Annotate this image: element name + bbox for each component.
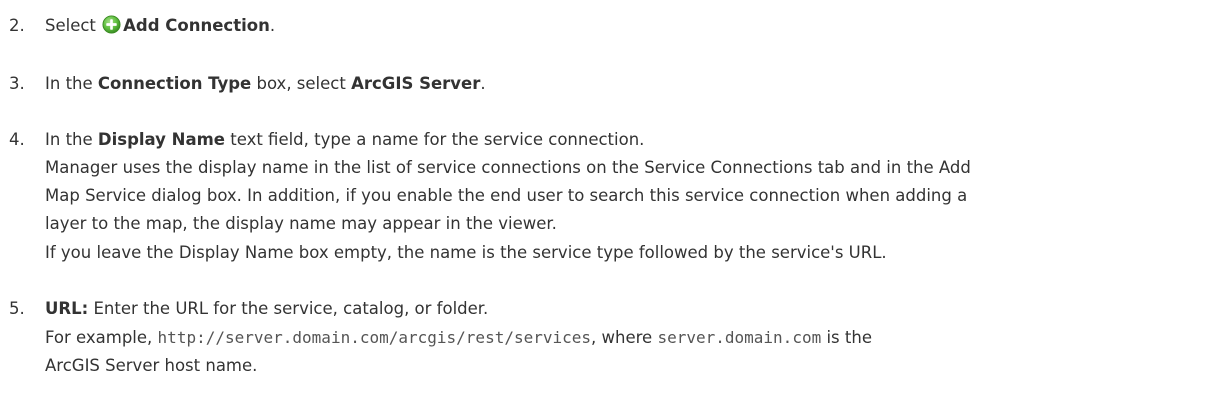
step-line: In the Display Name text field, type a n… [45, 127, 644, 153]
url-example: For example, http://server.domain.com/ar… [45, 325, 872, 351]
step-number: 4. [9, 130, 25, 149]
add-circle-icon [102, 15, 121, 34]
punctuation: . [269, 16, 276, 35]
step-number: 3. [9, 74, 25, 93]
example-text: , where [591, 328, 658, 347]
step-4-detail-line-3: layer to the map, the display name may a… [45, 214, 557, 233]
step-line: URL: Enter the URL for the service, cata… [45, 296, 488, 322]
url-label: URL: [45, 299, 89, 318]
example-text: is the [821, 328, 872, 347]
step-4-note: If you leave the Display Name box empty,… [45, 243, 887, 262]
display-name-label: Display Name [97, 130, 225, 149]
step-text: Enter the URL for the service, catalog, … [88, 299, 489, 318]
step-text: Select [45, 16, 102, 35]
step-text: text field, type a name for the service … [225, 130, 645, 149]
step-number: 2. [9, 16, 25, 35]
step-line: Select Add Connection. [45, 13, 275, 39]
step-4-detail-line-2: Map Service dialog box. In addition, if … [45, 186, 968, 205]
step-text: In the [45, 74, 98, 93]
step-4-detail-line-1: Manager uses the display name in the lis… [45, 158, 971, 177]
example-host-code: server.domain.com [657, 328, 822, 347]
step-text: In the [45, 130, 98, 149]
connection-type-label: Connection Type [97, 74, 252, 93]
example-url-code: http://server.domain.com/arcgis/rest/ser… [157, 328, 592, 347]
punctuation: . [480, 74, 486, 93]
arcgis-server-label: ArcGIS Server [351, 74, 481, 93]
step-line: In the Connection Type box, select ArcGI… [45, 71, 486, 97]
url-example-line-2: ArcGIS Server host name. [45, 356, 258, 375]
step-number: 5. [9, 299, 25, 318]
add-connection-label: Add Connection [123, 16, 270, 35]
example-text: For example, [45, 328, 158, 347]
step-text: box, select [251, 74, 352, 93]
